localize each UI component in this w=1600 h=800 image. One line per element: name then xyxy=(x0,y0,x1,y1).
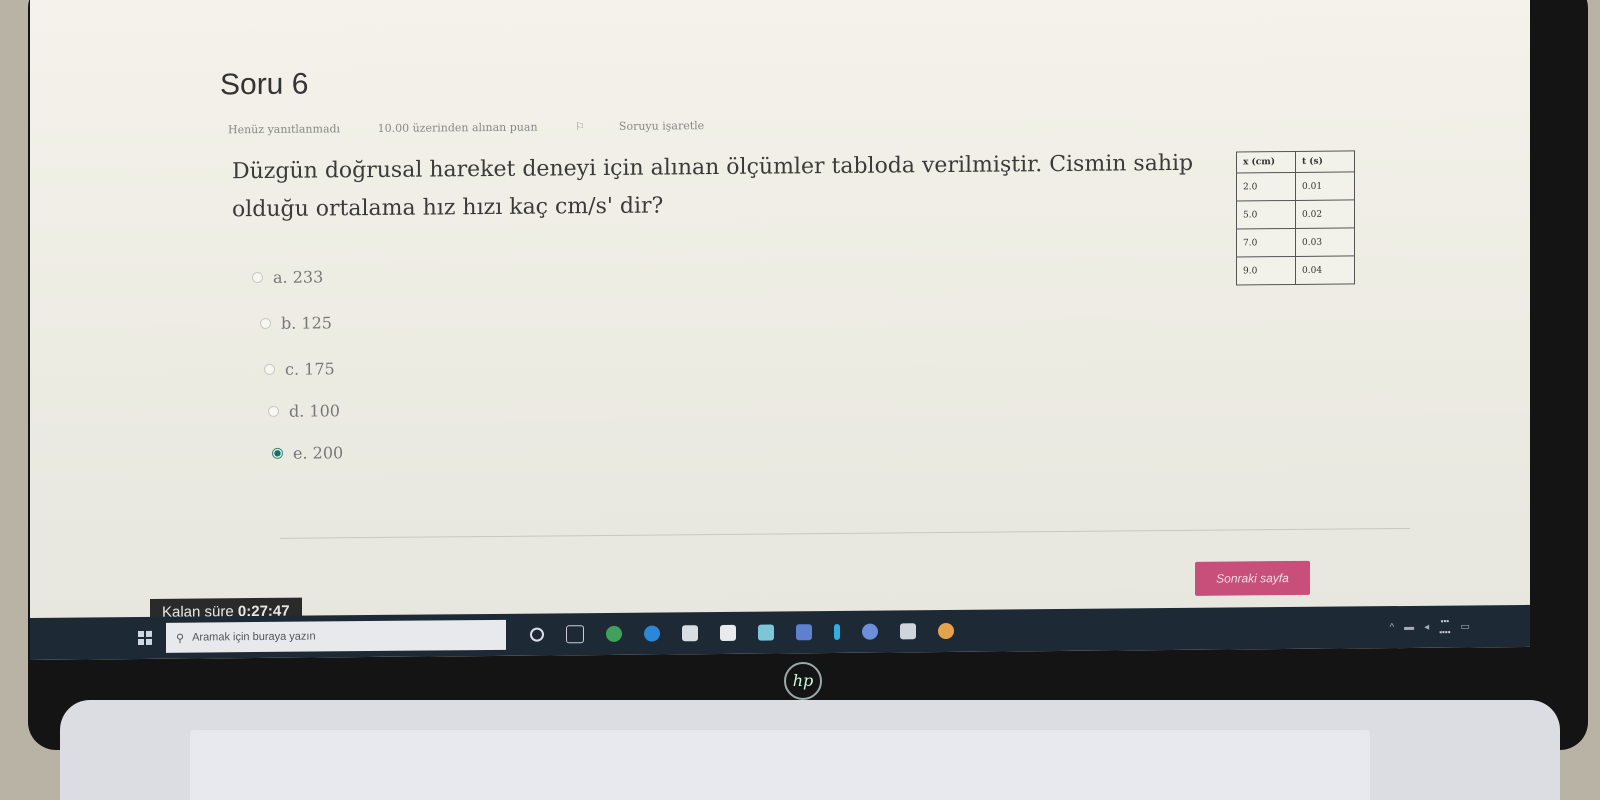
radio-button-selected[interactable] xyxy=(272,447,283,459)
chrome-icon[interactable] xyxy=(606,625,622,642)
table-cell: 5.0 xyxy=(1236,200,1296,229)
answer-option-d[interactable]: d. 100 xyxy=(268,401,340,421)
table-cell: 0.01 xyxy=(1295,171,1355,201)
windows-start-icon[interactable] xyxy=(138,630,152,646)
network-icon[interactable]: ▬ xyxy=(1404,621,1414,632)
flag-question-label: Soruyu işaretle xyxy=(618,119,705,133)
answer-label: c. 175 xyxy=(285,359,335,379)
search-placeholder: Aramak için buraya yazın xyxy=(192,630,316,644)
keyboard-area xyxy=(190,730,1370,800)
edge-icon[interactable] xyxy=(644,625,660,642)
cortana-icon[interactable] xyxy=(530,627,544,642)
answer-label: b. 125 xyxy=(281,313,332,333)
taskbar-apps xyxy=(530,622,954,644)
app2-icon[interactable] xyxy=(796,624,812,641)
mail-icon[interactable] xyxy=(758,624,774,641)
radio-button[interactable] xyxy=(260,317,271,329)
system-tray: ^ ▬ ◂ ▪▪▪ ▪▪▪▪ ▭ xyxy=(1389,615,1470,638)
table-cell: 9.0 xyxy=(1236,256,1296,285)
table-cell: 0.04 xyxy=(1295,255,1355,285)
answer-option-a[interactable]: a. 233 xyxy=(252,267,323,287)
app6-icon[interactable] xyxy=(938,622,954,640)
table-row: 9.0 0.04 xyxy=(1236,255,1355,285)
notification-icon[interactable]: ▭ xyxy=(1461,621,1470,632)
answer-option-b[interactable]: b. 125 xyxy=(260,313,332,333)
question-text: Düzgün doğrusal hareket deneyi için alın… xyxy=(232,150,1194,223)
question-info: Henüz yanıtlanmadı 10.00 üzerinden alına… xyxy=(228,119,772,137)
radio-button[interactable] xyxy=(268,405,279,417)
search-icon: ⚲ xyxy=(176,632,185,645)
table-header-row: x (cm) t (s) xyxy=(1236,150,1355,173)
question-title: Soru 6 xyxy=(220,67,309,102)
next-page-button[interactable]: Sonraki sayfa xyxy=(1195,560,1310,596)
table-cell: 2.0 xyxy=(1236,172,1296,201)
radio-button[interactable] xyxy=(252,271,263,284)
answer-option-c[interactable]: c. 175 xyxy=(264,359,335,379)
answer-label: d. 100 xyxy=(289,401,340,421)
hp-logo: hp xyxy=(784,662,822,700)
app-icon[interactable] xyxy=(682,625,698,642)
question-points: 10.00 üzerinden alınan puan xyxy=(377,120,538,135)
measurement-table: x (cm) t (s) 2.0 0.01 5.0 0.02 7.0 0.03 … xyxy=(1236,150,1355,286)
answer-label: a. 233 xyxy=(273,267,324,287)
chevron-up-icon[interactable]: ^ xyxy=(1389,622,1394,633)
screen: Soru 6 Henüz yanıtlanmadı 10.00 üzerinde… xyxy=(30,0,1530,661)
taskbar-search[interactable]: ⚲ Aramak için buraya yazın xyxy=(166,619,506,653)
table-header: t (s) xyxy=(1295,150,1355,173)
divider xyxy=(280,527,1410,539)
table-row: 2.0 0.01 xyxy=(1236,171,1355,201)
app5-icon[interactable] xyxy=(900,623,916,640)
store-icon[interactable] xyxy=(720,624,736,641)
table-row: 7.0 0.03 xyxy=(1236,227,1355,257)
clock[interactable]: ▪▪▪ ▪▪▪▪ xyxy=(1439,616,1450,638)
table-header: x (cm) xyxy=(1236,151,1296,173)
flag-question-link[interactable]: ⚐ Soruyu işaretle xyxy=(575,119,738,133)
quiz-content: Soru 6 Henüz yanıtlanmadı 10.00 üzerinde… xyxy=(190,0,1410,599)
app3-icon[interactable] xyxy=(834,623,840,640)
answer-option-e[interactable]: e. 200 xyxy=(272,443,343,463)
table-cell: 7.0 xyxy=(1236,228,1296,257)
radio-button[interactable] xyxy=(264,363,275,375)
volume-icon[interactable]: ◂ xyxy=(1424,621,1429,632)
answer-label: e. 200 xyxy=(293,443,344,463)
table-row: 5.0 0.02 xyxy=(1236,199,1355,229)
task-view-icon[interactable] xyxy=(566,625,584,644)
question-status: Henüz yanıtlanmadı xyxy=(228,122,341,137)
app4-icon[interactable] xyxy=(862,623,878,640)
table-cell: 0.02 xyxy=(1295,199,1355,229)
flag-icon: ⚐ xyxy=(575,120,585,134)
table-cell: 0.03 xyxy=(1295,227,1355,257)
